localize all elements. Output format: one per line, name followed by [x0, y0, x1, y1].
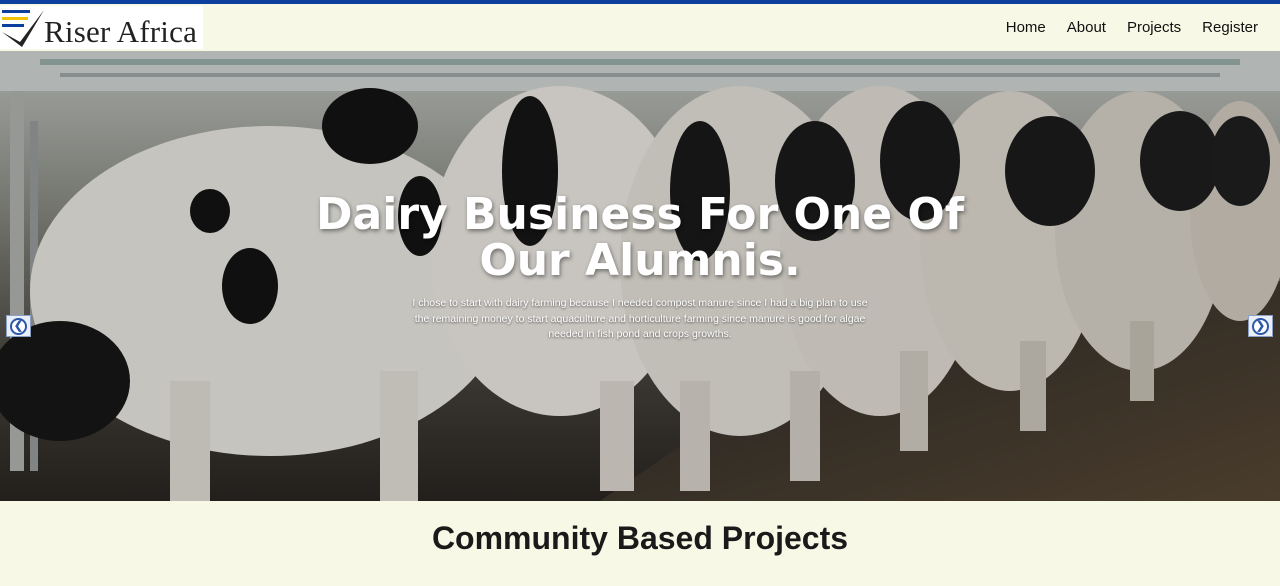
chevron-right-icon: ❯ — [1252, 317, 1269, 335]
nav-home[interactable]: Home — [1006, 19, 1046, 36]
nav-register[interactable]: Register — [1202, 19, 1258, 36]
hero-carousel: Dairy Business For One Of Our Alumnis. I… — [0, 51, 1280, 501]
nav-about[interactable]: About — [1067, 19, 1106, 36]
hero-description: I chose to start with dairy farming beca… — [412, 297, 868, 340]
main-nav: Home About Projects Register — [1006, 4, 1258, 51]
nav-projects[interactable]: Projects — [1127, 19, 1181, 36]
chevron-left-icon: ❮ — [10, 317, 27, 335]
navbar: Riser Africa Home About Projects Registe… — [0, 4, 1280, 51]
brand-logo[interactable]: Riser Africa — [0, 6, 203, 49]
hero-title: Dairy Business For One Of Our Alumnis. — [316, 189, 964, 286]
carousel-prev-button[interactable]: ❮ — [6, 315, 31, 337]
logo-mark-icon — [2, 10, 44, 47]
brand-name: Riser Africa — [44, 14, 198, 49]
carousel-next-button[interactable]: ❯ — [1248, 315, 1273, 337]
section-title: Community Based Projects — [431, 520, 849, 556]
